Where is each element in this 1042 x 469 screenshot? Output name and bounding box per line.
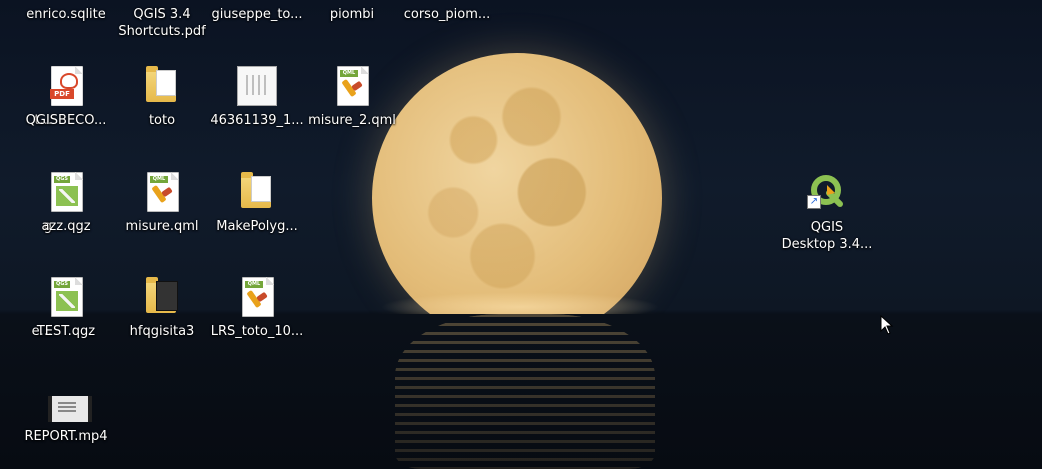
shortcut-arrow-icon: ↗ — [807, 195, 821, 209]
desktop-icon-azz-qgz[interactable]: QGS azz.qgz — [18, 172, 114, 235]
icon-label: MakePolyg... — [216, 219, 298, 234]
icon-label: REPORT.mp4 — [24, 429, 108, 444]
icon-label: enrico.sqlite — [26, 7, 106, 22]
qml-file-icon: QML — [142, 172, 182, 214]
icon-label: QGISBECO... — [25, 113, 107, 128]
video-file-icon — [46, 392, 92, 424]
folder-icon — [142, 277, 182, 319]
desktop-icon-hfqgisita3[interactable]: hfqgisita3 — [114, 277, 210, 340]
desktop-icon-report-mp4[interactable]: REPORT.mp4 — [18, 392, 114, 445]
wallpaper-moon-reflection — [395, 314, 655, 469]
desktop-icon-enrico-sqlite[interactable]: enrico.sqlite — [18, 6, 114, 23]
desktop-icon-lrs-toto[interactable]: QML LRS_toto_10... — [209, 277, 305, 340]
icon-label: toto — [148, 113, 176, 128]
icon-label: misure_2.qml — [308, 113, 396, 128]
desktop-icon-misure-qml[interactable]: QML misure.qml — [114, 172, 210, 235]
qgz-file-icon: QGS — [46, 172, 86, 214]
desktop-icon-46361139[interactable]: 46361139_1... — [209, 66, 305, 129]
desktop-icon-makepolyg[interactable]: MakePolyg... — [209, 172, 305, 235]
desktop-icon-qgis-shortcuts-pdf[interactable]: QGIS 3.4 Shortcuts.pdf — [114, 6, 210, 40]
desktop-icon-giuseppe[interactable]: giuseppe_to... — [209, 6, 305, 23]
desktop-icon-piombi[interactable]: piombi — [304, 6, 400, 23]
qgz-file-icon: QGS — [46, 277, 86, 319]
desktop-icon-misure-2-qml[interactable]: QML misure_2.qml — [304, 66, 400, 129]
icon-label: hfqgisita3 — [129, 324, 195, 339]
icon-label: piombi — [329, 7, 375, 22]
desktop-icon-toto[interactable]: toto — [114, 66, 210, 129]
folder-icon — [237, 172, 277, 214]
icon-label: TEST.qgz — [36, 324, 96, 339]
desktop-icon-test-qgz[interactable]: QGS TEST.qgz — [18, 277, 114, 340]
image-file-icon — [237, 66, 277, 108]
icon-label: LRS_toto_10... — [210, 324, 304, 339]
mouse-cursor-icon — [880, 315, 894, 335]
pdf-file-icon: PDF — [46, 66, 86, 108]
icon-label: misure.qml — [125, 219, 199, 234]
icon-label: QGIS 3.4 Shortcuts.pdf — [118, 7, 206, 39]
qml-file-icon: QML — [332, 66, 372, 108]
qgis-shortcut-icon: ↗ — [807, 173, 847, 215]
icon-label: azz.qgz — [41, 219, 91, 234]
desktop: enrico.sqlite QGIS 3.4 Shortcuts.pdf giu… — [0, 0, 1042, 469]
icon-label: giuseppe_to... — [211, 7, 303, 22]
icon-label: 46361139_1... — [210, 113, 304, 128]
icon-label: corso_piom... — [403, 7, 491, 22]
desktop-icon-corso-piom[interactable]: corso_piom... — [399, 6, 495, 23]
desktop-icon-qgisbeco[interactable]: PDF QGISBECO... — [18, 66, 114, 129]
icon-label: QGIS Desktop 3.4... — [781, 220, 873, 252]
desktop-icon-qgis-desktop[interactable]: ↗ QGIS Desktop 3.4... — [779, 173, 875, 253]
folder-icon — [142, 66, 182, 108]
qml-file-icon: QML — [237, 277, 277, 319]
